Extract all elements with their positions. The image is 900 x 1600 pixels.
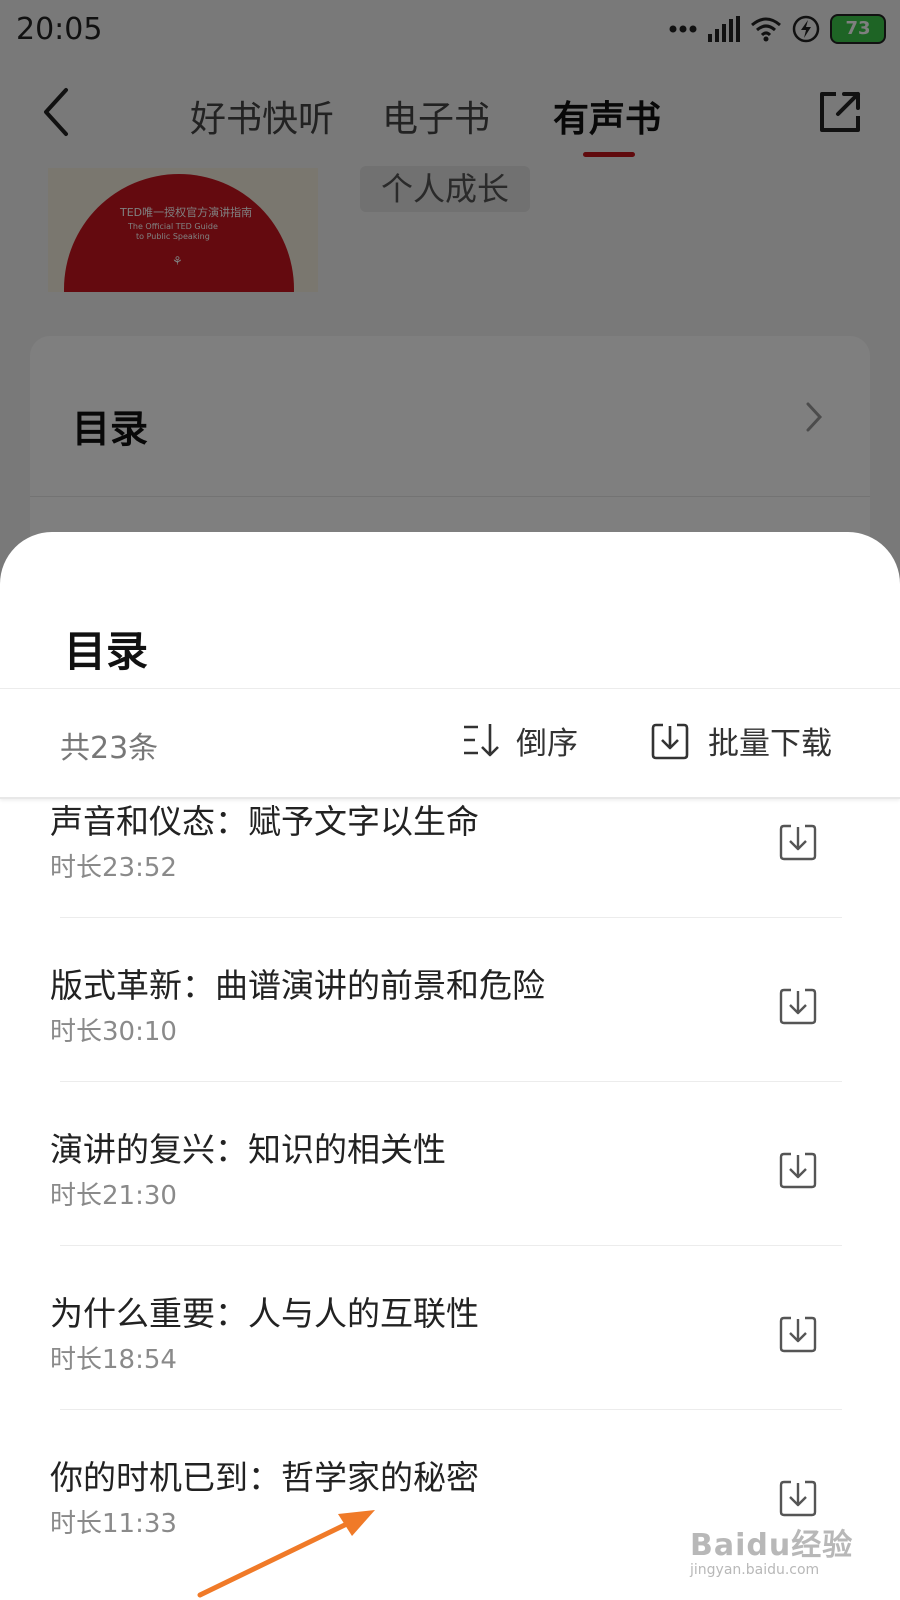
download-icon[interactable] bbox=[778, 985, 818, 1025]
episode-duration: 时长21:30 bbox=[50, 1181, 177, 1211]
episode-row[interactable]: 声音和仪态：赋予文字以生命 时长23:52 bbox=[0, 799, 900, 961]
episode-row[interactable]: 演讲的复兴：知识的相关性 时长21:30 bbox=[0, 1121, 900, 1289]
reverse-order-button[interactable]: 倒序 bbox=[462, 715, 578, 765]
episode-duration: 时长23:52 bbox=[50, 853, 177, 883]
download-icon bbox=[651, 723, 689, 760]
sort-label: 倒序 bbox=[516, 725, 578, 762]
annotation-arrow-icon bbox=[197, 1510, 375, 1598]
watermark-main: Baidu经验 bbox=[690, 1528, 854, 1563]
episode-duration: 时长11:33 bbox=[50, 1509, 177, 1539]
episode-title: 为什么重要：人与人的互联性 bbox=[50, 1294, 479, 1333]
toc-bottom-sheet: 目录 共23条 倒序 批量下载 声音和仪态：赋予文字以生命 时长23:52 版式… bbox=[0, 532, 900, 1600]
batch-download-label: 批量下载 bbox=[708, 725, 832, 762]
episode-duration: 时长18:54 bbox=[50, 1345, 177, 1375]
sort-icon bbox=[464, 724, 499, 757]
download-icon[interactable] bbox=[778, 1477, 818, 1517]
download-icon[interactable] bbox=[778, 1149, 818, 1189]
download-icon[interactable] bbox=[778, 1313, 818, 1353]
sheet-title: 目录 bbox=[64, 627, 149, 676]
batch-download-button[interactable]: 批量下载 bbox=[650, 715, 832, 765]
episode-row[interactable]: 为什么重要：人与人的互联性 时长18:54 bbox=[0, 1285, 900, 1453]
episode-title: 声音和仪态：赋予文字以生命 bbox=[50, 802, 479, 841]
episode-title: 演讲的复兴：知识的相关性 bbox=[50, 1130, 446, 1169]
episode-row[interactable]: 版式革新：曲谱演讲的前景和危险 时长30:10 bbox=[0, 957, 900, 1125]
episode-list: 声音和仪态：赋予文字以生命 时长23:52 版式革新：曲谱演讲的前景和危险 时长… bbox=[0, 799, 900, 1600]
episode-duration: 时长30:10 bbox=[50, 1017, 177, 1047]
divider bbox=[60, 1245, 842, 1246]
baidu-watermark: Baidu经验 jingyan.baidu.com bbox=[690, 1520, 860, 1590]
download-icon[interactable] bbox=[778, 821, 818, 861]
episode-title: 你的时机已到：哲学家的秘密 bbox=[50, 1458, 479, 1497]
watermark-url: jingyan.baidu.com bbox=[690, 1562, 820, 1578]
episode-title: 版式革新：曲谱演讲的前景和危险 bbox=[50, 966, 545, 1005]
divider bbox=[60, 1081, 842, 1082]
episode-count: 共23条 bbox=[60, 731, 159, 766]
divider bbox=[60, 1409, 842, 1410]
divider bbox=[60, 917, 842, 918]
toc-toolbar: 共23条 倒序 批量下载 bbox=[0, 689, 900, 799]
